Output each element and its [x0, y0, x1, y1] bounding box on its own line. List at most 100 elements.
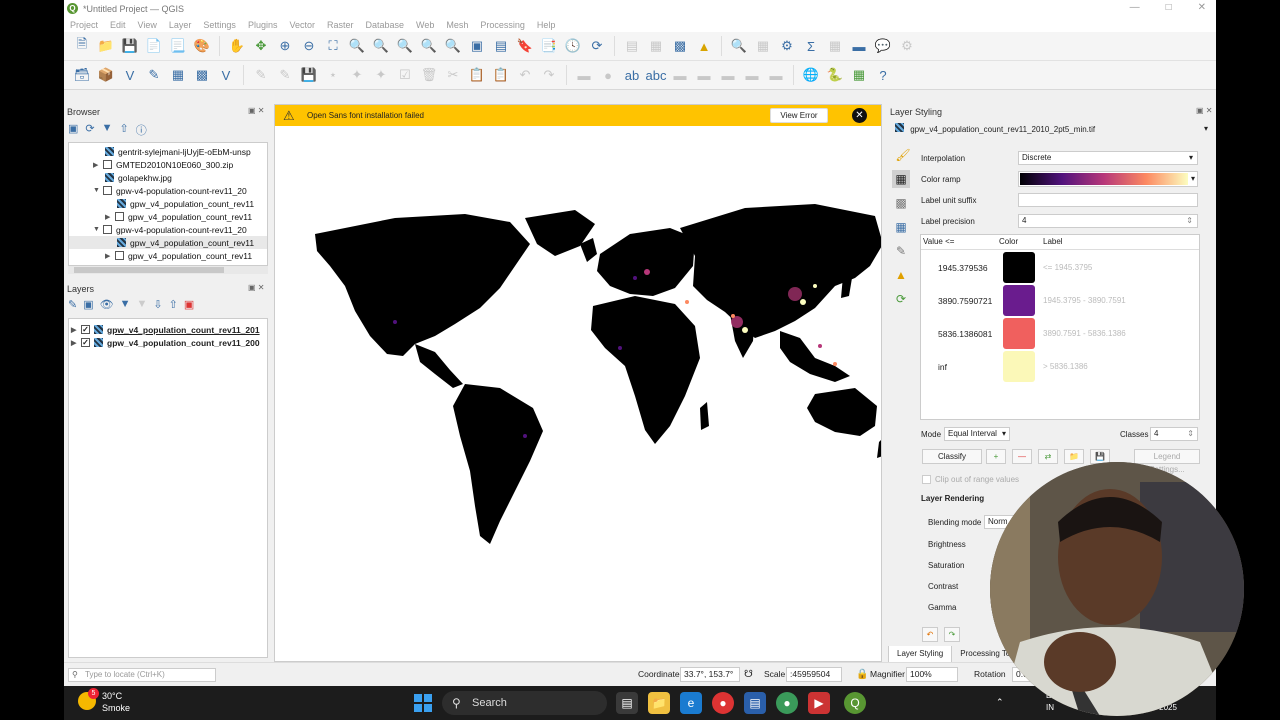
layer-rendering-heading[interactable]: Layer Rendering	[921, 494, 984, 503]
layer-item[interactable]: ▶ ✓ gpw_v4_population_count_rev11_201	[71, 323, 260, 336]
redo-style-icon[interactable]: ↷	[944, 627, 960, 642]
undo-icon[interactable]: ↶	[515, 65, 535, 85]
menu-layer[interactable]: Layer	[169, 20, 192, 30]
refresh-icon[interactable]: ⟳	[85, 122, 94, 138]
add-raster-icon[interactable]: ▦	[168, 65, 188, 85]
legend-settings-button[interactable]: Legend Settings...	[1134, 449, 1200, 474]
tree-item[interactable]: gentrit-sylejmani-ljUyjE-oEbM-unsp	[105, 145, 251, 158]
collapse-arrow-icon[interactable]: ▼	[93, 226, 103, 233]
tree-item[interactable]: gpw_v4_population_count_rev11	[117, 197, 254, 210]
menu-view[interactable]: View	[138, 20, 157, 30]
menu-project[interactable]: Project	[70, 20, 98, 30]
expand-arrow-icon[interactable]: ▶	[105, 252, 115, 260]
label-pin-icon[interactable]: ●	[598, 65, 618, 85]
store-icon[interactable]: ▤	[744, 692, 766, 714]
open-attribute-table-icon[interactable]: ▦	[646, 36, 666, 56]
minimize-icon[interactable]: —	[1130, 2, 1140, 13]
lock-icon[interactable]: 🔒	[856, 669, 868, 680]
history-tab-icon[interactable]: ⟳	[892, 290, 910, 308]
pan-to-selection-icon[interactable]: ✥	[251, 36, 271, 56]
scroll-thumb[interactable]	[74, 267, 224, 273]
identify-icon[interactable]: 🔍	[729, 36, 749, 56]
zoom-layer-icon[interactable]: 🔍	[371, 36, 391, 56]
label-layer-icon[interactable]: ab	[622, 65, 642, 85]
menu-mesh[interactable]: Mesh	[446, 20, 468, 30]
layer-select[interactable]: gpw_v4_population_count_rev11_2010_2pt5_…	[892, 123, 1212, 137]
osm-globe-icon[interactable]: 🌐	[801, 65, 821, 85]
statistics-sigma-icon[interactable]: Σ	[801, 36, 821, 56]
filter-icon[interactable]: ▼	[102, 122, 113, 138]
symbology-tab-icon[interactable]: ▦	[892, 170, 910, 188]
collapse-all-icon[interactable]: ⇧	[169, 298, 178, 311]
chrome-icon[interactable]: ●	[712, 692, 734, 714]
windows-start-icon[interactable]	[414, 694, 432, 712]
data-source-manager-icon[interactable]: 🗃	[72, 65, 92, 85]
redo-icon[interactable]: ↷	[539, 65, 559, 85]
zoom-full-icon[interactable]: ⛶	[323, 36, 343, 56]
pyramids-tab-icon[interactable]: ▲	[892, 266, 910, 284]
open-project-icon[interactable]: 📁	[96, 36, 116, 56]
measure-line-icon[interactable]: ▬	[849, 36, 869, 56]
task-view-icon[interactable]: ▤	[616, 692, 638, 714]
save-project-icon[interactable]: 💾	[120, 36, 140, 56]
label-show-icon[interactable]: ▬	[742, 65, 762, 85]
label-unit-suffix-input[interactable]	[1018, 193, 1198, 207]
identify-features-icon[interactable]: ▤	[622, 36, 642, 56]
label-unpinned-icon[interactable]: ▬	[766, 65, 786, 85]
locator-input[interactable]: ⚲ Type to locate (Ctrl+K)	[68, 668, 216, 682]
new-3d-view-icon[interactable]: ▤	[491, 36, 511, 56]
manage-map-themes-icon[interactable]: 👁	[100, 298, 114, 311]
menu-processing[interactable]: Processing	[480, 20, 525, 30]
spinner-arrows-icon[interactable]: ⇕	[1187, 428, 1194, 440]
digitize-icon[interactable]: ✎	[144, 65, 164, 85]
interpolation-select[interactable]: Discrete ▾	[1018, 151, 1198, 165]
browser-hscrollbar[interactable]	[68, 266, 268, 274]
edge-browser-icon[interactable]: e	[680, 692, 702, 714]
styling-dock-buttons[interactable]: ▣ ✕	[1196, 106, 1212, 115]
expand-arrow-icon[interactable]: ▶	[71, 339, 81, 347]
classify-button[interactable]: Classify	[922, 449, 982, 464]
label-rule-icon[interactable]: abc	[646, 65, 667, 85]
tree-item[interactable]: ▶ gpw_v4_population_count_rev11	[105, 210, 252, 223]
toolbox-gear-icon[interactable]: ⚙	[777, 36, 797, 56]
attribute-table-icon[interactable]: ▦	[825, 36, 845, 56]
vertex-tool-icon[interactable]: ✦	[347, 65, 367, 85]
tree-item[interactable]: ▶ GMTED2010N10E060_300.zip	[93, 158, 233, 171]
show-bookmarks-icon[interactable]: 📑	[539, 36, 559, 56]
layout-manager-icon[interactable]: 📃	[168, 36, 188, 56]
scale-field[interactable]: :45959504	[786, 667, 842, 682]
expand-all-icon[interactable]: ⇩	[153, 298, 162, 311]
menu-raster[interactable]: Raster	[327, 20, 354, 30]
media-app-icon[interactable]: ▶	[808, 692, 830, 714]
add-group-icon[interactable]: ▣	[83, 298, 93, 311]
menu-settings[interactable]: Settings	[203, 20, 236, 30]
view-error-button[interactable]: View Error	[770, 108, 828, 123]
tree-item-selected[interactable]: gpw_v4_population_count_rev11	[69, 236, 267, 249]
clip-out-of-range[interactable]: Clip out of range values	[922, 475, 1019, 484]
remove-layer-icon[interactable]: ▣	[184, 298, 194, 311]
temporal-controller-icon[interactable]: 🕓	[563, 36, 583, 56]
menu-help[interactable]: Help	[537, 20, 556, 30]
delete-class-icon[interactable]: —	[1012, 449, 1032, 464]
tree-item[interactable]: golapekhw.jpg	[105, 171, 172, 184]
zoom-selection-icon[interactable]: 🔍	[347, 36, 367, 56]
python-console-icon[interactable]: 🐍	[825, 65, 845, 85]
settings-dim-icon[interactable]: ⚙	[897, 36, 917, 56]
class-row[interactable]: 1945.379536 <= 1945.3795	[921, 251, 1199, 284]
expand-arrow-icon[interactable]: ▶	[71, 326, 81, 334]
layer-item[interactable]: ▶ ✓ gpw_v4_population_count_rev11_200	[71, 336, 260, 349]
paintbrush-icon[interactable]: 🖌	[894, 146, 912, 164]
expand-arrow-icon[interactable]: ▶	[105, 213, 115, 221]
add-virtual-layer-icon[interactable]: V	[216, 65, 236, 85]
tree-item[interactable]: ▼ gpw-v4-population-count-rev11_20	[93, 223, 247, 236]
add-selected-icon[interactable]: ▣	[68, 122, 78, 138]
add-vector-layer-icon[interactable]: V	[120, 65, 140, 85]
pan-icon[interactable]: ✋	[227, 36, 247, 56]
class-color-swatch[interactable]	[1003, 318, 1035, 349]
digitize-options-icon[interactable]: ☑	[395, 65, 415, 85]
class-color-swatch[interactable]	[1003, 351, 1035, 382]
invert-classes-icon[interactable]: ⇄	[1038, 449, 1058, 464]
layer-visibility-checkbox[interactable]: ✓	[81, 325, 90, 334]
menu-plugins[interactable]: Plugins	[248, 20, 278, 30]
toggle-editing-icon[interactable]: ✎	[275, 65, 295, 85]
